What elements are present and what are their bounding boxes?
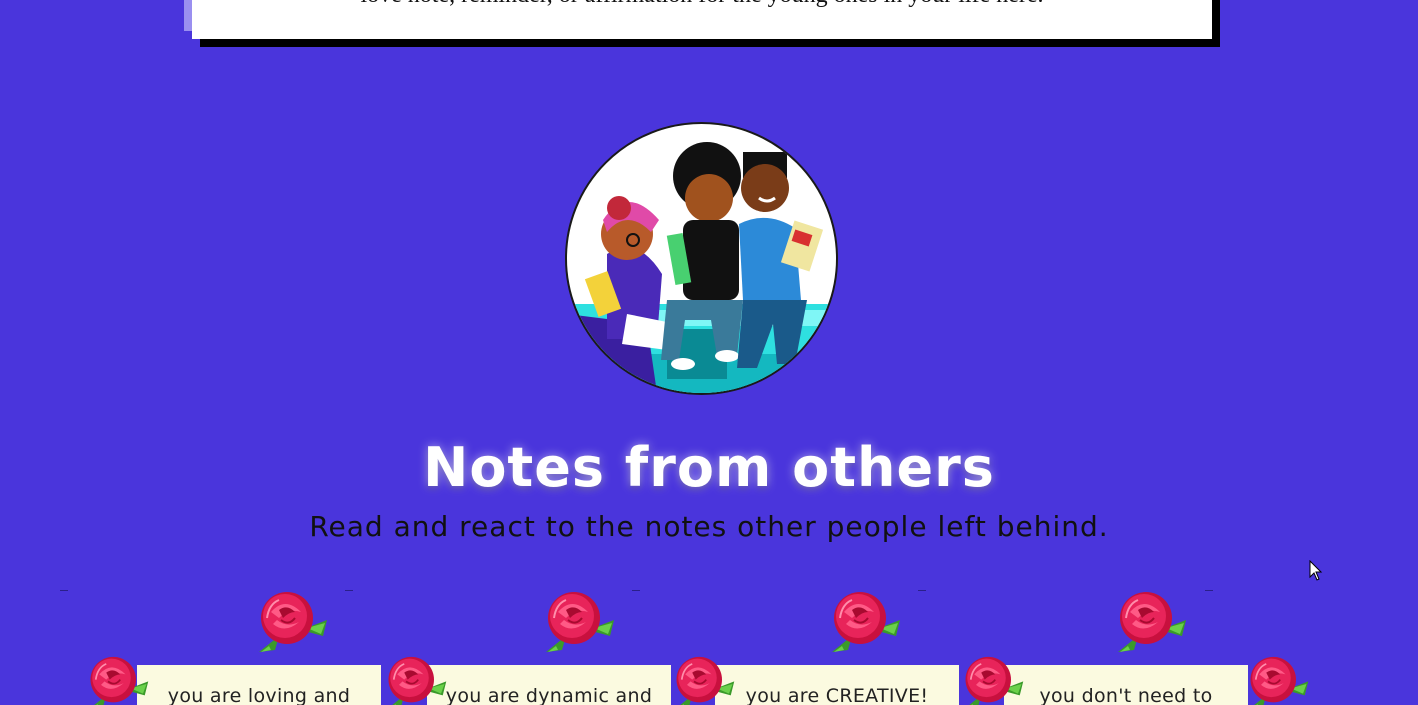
rose-icon <box>535 590 617 656</box>
rose-icon <box>378 655 448 705</box>
rose-icon <box>248 590 330 656</box>
divider-tick <box>60 590 68 591</box>
section-title: Notes from others <box>423 436 995 499</box>
divider-tick <box>918 590 926 591</box>
note-text: you are CREATIVE! <box>745 685 929 705</box>
note-text: you don't need to <box>1039 685 1213 705</box>
note-card[interactable]: you are dynamic and <box>427 665 671 705</box>
top-card: love note, reminder, or affirmation for … <box>192 0 1212 39</box>
rose-icon <box>1240 655 1310 705</box>
rose-icon <box>821 590 903 656</box>
rose-icon <box>1107 590 1189 656</box>
note-text: you are loving and <box>167 685 351 705</box>
divider-tick <box>632 590 640 591</box>
section-subtitle: Read and react to the notes other people… <box>309 510 1109 543</box>
note-card[interactable]: you don't need to <box>1004 665 1248 705</box>
note-card[interactable]: you are CREATIVE! <box>715 665 959 705</box>
mouse-cursor-icon <box>1309 560 1323 581</box>
rose-icon <box>666 655 736 705</box>
note-card[interactable]: you are loving and <box>137 665 381 705</box>
illustration-kids-reading-icon <box>565 122 838 395</box>
note-text: you are dynamic and <box>445 685 653 705</box>
rose-icon <box>80 655 150 705</box>
top-card-text: love note, reminder, or affirmation for … <box>192 0 1212 10</box>
divider-tick <box>1205 590 1213 591</box>
rose-icon <box>955 655 1025 705</box>
divider-tick <box>345 590 353 591</box>
